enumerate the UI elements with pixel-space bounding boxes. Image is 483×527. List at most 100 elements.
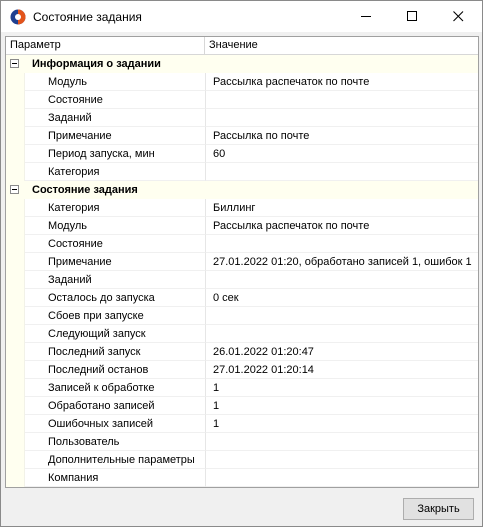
property-value[interactable] — [205, 109, 478, 127]
property-value[interactable] — [205, 307, 478, 325]
property-name: Примечание — [25, 253, 205, 271]
group-row[interactable]: Информация о задании — [6, 55, 478, 73]
property-value[interactable] — [205, 469, 478, 487]
property-name: Следующий запуск — [25, 325, 205, 343]
column-header-value[interactable]: Значение — [205, 37, 478, 54]
property-row[interactable]: Записей к обработке 1 — [6, 379, 478, 397]
row-gutter — [6, 73, 24, 91]
close-icon — [452, 11, 463, 22]
row-gutter — [6, 109, 24, 127]
property-value[interactable] — [205, 235, 478, 253]
property-value[interactable]: 26.01.2022 01:20:47 — [205, 343, 478, 361]
property-value[interactable]: Рассылка распечаток по почте — [205, 217, 478, 235]
property-row[interactable]: Модуль Рассылка распечаток по почте — [6, 217, 478, 235]
row-gutter — [6, 253, 24, 271]
row-gutter — [6, 91, 24, 109]
title-bar[interactable]: Состояние задания — [1, 1, 482, 32]
grid-header: Параметр Значение — [6, 37, 478, 55]
property-value[interactable] — [205, 271, 478, 289]
property-value[interactable] — [205, 91, 478, 109]
group-title: Состояние задания — [32, 184, 138, 196]
property-value[interactable] — [205, 325, 478, 343]
property-row[interactable]: Осталось до запуска 0 сек — [6, 289, 478, 307]
property-name: Последний останов — [25, 361, 205, 379]
minimize-button[interactable] — [343, 1, 389, 32]
property-name: Заданий — [25, 109, 205, 127]
row-gutter — [6, 397, 24, 415]
row-gutter — [6, 469, 24, 487]
property-grid[interactable]: Параметр Значение Информация о задании Мо… — [5, 36, 479, 488]
row-gutter — [6, 271, 24, 289]
property-name: Последний запуск — [25, 343, 205, 361]
row-gutter — [6, 361, 24, 379]
property-value[interactable] — [205, 451, 478, 469]
property-value[interactable]: Биллинг — [205, 199, 478, 217]
row-gutter — [6, 163, 24, 181]
property-name: Записей к обработке — [25, 379, 205, 397]
property-name: Период запуска, мин — [25, 145, 205, 163]
close-button[interactable]: Закрыть — [403, 498, 474, 520]
group-title: Информация о задании — [32, 58, 161, 70]
property-value[interactable]: 1 — [205, 379, 478, 397]
property-name: Примечание — [25, 127, 205, 145]
property-row[interactable]: Состояние — [6, 235, 478, 253]
row-gutter — [6, 199, 24, 217]
property-name: Сбоев при запуске — [25, 307, 205, 325]
property-row[interactable]: Последний останов 27.01.2022 01:20:14 — [6, 361, 478, 379]
property-value[interactable]: 1 — [205, 415, 478, 433]
property-value[interactable]: 27.01.2022 01:20:14 — [205, 361, 478, 379]
property-row[interactable]: Модуль Рассылка распечаток по почте — [6, 73, 478, 91]
property-name: Состояние — [25, 235, 205, 253]
row-gutter — [6, 433, 24, 451]
row-gutter — [6, 307, 24, 325]
property-value[interactable] — [205, 163, 478, 181]
property-value[interactable]: Рассылка распечаток по почте — [205, 73, 478, 91]
property-row[interactable]: Заданий — [6, 271, 478, 289]
property-row[interactable]: Обработано записей 1 — [6, 397, 478, 415]
property-row[interactable]: Сбоев при запуске — [6, 307, 478, 325]
property-row[interactable]: Дополнительные параметры — [6, 451, 478, 469]
property-row[interactable]: Следующий запуск — [6, 325, 478, 343]
job-status-window: Состояние задания Параметр Значение Инфо… — [0, 0, 483, 527]
property-name: Дополнительные параметры — [25, 451, 205, 469]
row-gutter — [6, 343, 24, 361]
property-row[interactable]: Пользователь — [6, 433, 478, 451]
maximize-button[interactable] — [389, 1, 435, 32]
property-row[interactable]: Период запуска, мин 60 — [6, 145, 478, 163]
grid-rows: Информация о задании Модуль Рассылка распе… — [6, 55, 478, 487]
property-name: Пользователь — [25, 433, 205, 451]
property-value[interactable]: 0 сек — [205, 289, 478, 307]
row-gutter — [6, 127, 24, 145]
property-name: Осталось до запуска — [25, 289, 205, 307]
row-gutter — [6, 145, 24, 163]
property-row[interactable]: Ошибочных записей 1 — [6, 415, 478, 433]
property-value[interactable]: Рассылка по почте — [205, 127, 478, 145]
property-row[interactable]: Примечание Рассылка по почте — [6, 127, 478, 145]
property-name: Обработано записей — [25, 397, 205, 415]
property-value[interactable] — [205, 433, 478, 451]
group-row[interactable]: Состояние задания — [6, 181, 478, 199]
property-name: Модуль — [25, 73, 205, 91]
property-row[interactable]: Категория — [6, 163, 478, 181]
column-header-param[interactable]: Параметр — [6, 37, 205, 54]
property-row[interactable]: Последний запуск 26.01.2022 01:20:47 — [6, 343, 478, 361]
collapse-icon[interactable] — [10, 185, 19, 194]
property-value[interactable]: 1 — [205, 397, 478, 415]
property-row[interactable]: Заданий — [6, 109, 478, 127]
property-row[interactable]: Состояние — [6, 91, 478, 109]
row-gutter — [6, 379, 24, 397]
property-name: Заданий — [25, 271, 205, 289]
maximize-icon — [406, 11, 417, 21]
window-title: Состояние задания — [33, 10, 142, 24]
row-gutter — [6, 289, 24, 307]
minimize-icon — [360, 16, 371, 17]
property-row[interactable]: Категория Биллинг — [6, 199, 478, 217]
row-gutter — [6, 325, 24, 343]
collapse-icon[interactable] — [10, 59, 19, 68]
property-row[interactable]: Компания — [6, 469, 478, 487]
property-value[interactable]: 27.01.2022 01:20, обработано записей 1, … — [205, 253, 478, 271]
property-value[interactable]: 60 — [205, 145, 478, 163]
close-window-button[interactable] — [435, 1, 481, 32]
property-row[interactable]: Примечание 27.01.2022 01:20, обработано … — [6, 253, 478, 271]
app-logo-icon — [10, 9, 26, 25]
